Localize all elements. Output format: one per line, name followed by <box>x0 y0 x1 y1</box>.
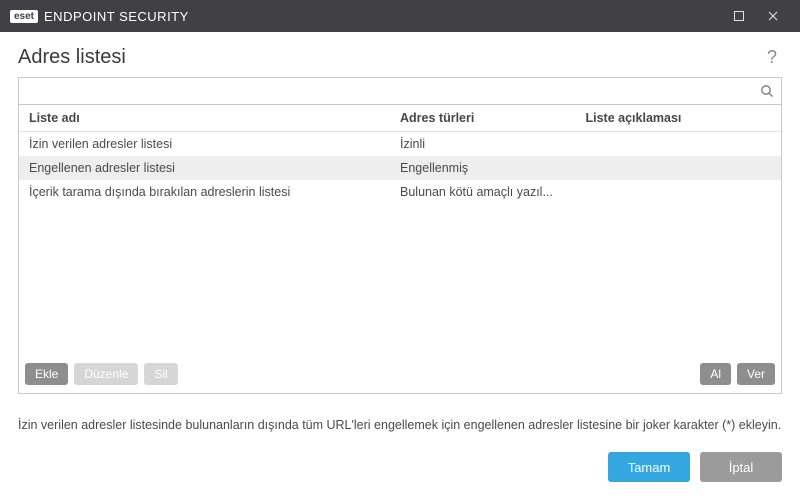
col-header-desc[interactable]: Liste açıklaması <box>586 111 772 125</box>
close-button[interactable] <box>756 0 790 32</box>
ok-button[interactable]: Tamam <box>608 452 690 482</box>
cancel-button[interactable]: İptal <box>700 452 782 482</box>
cell-desc <box>586 161 772 175</box>
delete-button[interactable]: Sil <box>144 363 177 385</box>
add-button[interactable]: Ekle <box>25 363 68 385</box>
col-header-name[interactable]: Liste adı <box>29 111 400 125</box>
maximize-icon <box>733 10 745 22</box>
table-body: İzin verilen adresler listesiİzinliEngel… <box>19 132 781 355</box>
table-row[interactable]: İzin verilen adresler listesiİzinli <box>19 132 781 156</box>
footer: Tamam İptal <box>0 434 800 500</box>
cell-types: İzinli <box>400 137 586 151</box>
help-button[interactable]: ? <box>762 47 782 68</box>
cell-name: İçerik tarama dışında bırakılan adresler… <box>29 185 400 199</box>
export-button[interactable]: Ver <box>737 363 775 385</box>
cell-types: Engellenmiş <box>400 161 586 175</box>
table-header: Liste adı Adres türleri Liste açıklaması <box>19 105 781 132</box>
page-title: Adres listesi <box>18 46 762 69</box>
search-icon[interactable] <box>753 84 781 98</box>
brand-text: ENDPOINT SECURITY <box>44 9 189 24</box>
brand: eset ENDPOINT SECURITY <box>10 9 189 24</box>
col-header-types[interactable]: Adres türleri <box>400 111 586 125</box>
table: Liste adı Adres türleri Liste açıklaması… <box>18 105 782 394</box>
table-row[interactable]: İçerik tarama dışında bırakılan adresler… <box>19 180 781 204</box>
searchbar <box>18 77 782 105</box>
table-row[interactable]: Engellenen adresler listesiEngellenmiş <box>19 156 781 180</box>
action-bar: Ekle Düzenle Sil Al Ver <box>19 355 781 393</box>
cell-name: Engellenen adresler listesi <box>29 161 400 175</box>
close-icon <box>767 10 779 22</box>
titlebar: eset ENDPOINT SECURITY <box>0 0 800 32</box>
search-input[interactable] <box>19 78 753 104</box>
cell-name: İzin verilen adresler listesi <box>29 137 400 151</box>
import-button[interactable]: Al <box>700 363 731 385</box>
brand-badge: eset <box>10 10 38 23</box>
cell-desc <box>586 137 772 151</box>
cell-desc <box>586 185 772 199</box>
maximize-button[interactable] <box>722 0 756 32</box>
cell-types: Bulunan kötü amaçlı yazıl... <box>400 185 586 199</box>
edit-button[interactable]: Düzenle <box>74 363 138 385</box>
header: Adres listesi ? <box>0 32 800 77</box>
hint-text: İzin verilen adresler listesinde bulunan… <box>0 404 800 434</box>
content: Liste adı Adres türleri Liste açıklaması… <box>0 77 800 404</box>
